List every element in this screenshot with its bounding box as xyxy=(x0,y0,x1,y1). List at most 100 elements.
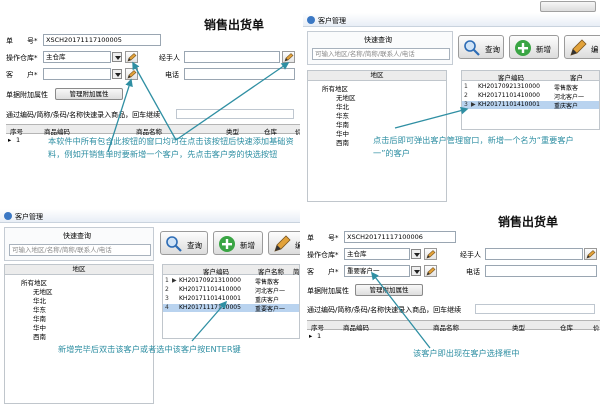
handler-quick-add-button[interactable] xyxy=(584,248,597,260)
warehouse-label: 操作仓库* xyxy=(307,251,339,259)
customer-dialog-added: 客户管理 快速查询 可输入地区/名称/简称/联系人/电话 查询 新增 编 地区 … xyxy=(0,209,300,408)
area-header: 地区 xyxy=(5,265,153,275)
magnifier-icon xyxy=(464,40,480,56)
app-icon xyxy=(307,16,315,24)
product-scan-input[interactable] xyxy=(176,109,294,119)
quick-query-group: 快速查询 可输入地区/名称/简称/联系人/电话 xyxy=(307,31,453,65)
dialog-title: 客户管理 xyxy=(15,213,43,221)
form-title: 销售出货单 xyxy=(498,215,559,229)
chevron-down-icon[interactable] xyxy=(112,69,122,79)
dialog-title: 客户管理 xyxy=(318,17,346,25)
phone-label: 电话 xyxy=(165,71,179,79)
area-header: 地区 xyxy=(308,71,446,81)
handler-label: 经手人 xyxy=(159,54,180,62)
table-row[interactable]: ▸ 1 xyxy=(309,332,329,341)
pencil-icon xyxy=(426,250,436,259)
table-row[interactable]: 3 KH20171101410001 重庆客户 xyxy=(163,295,299,304)
row-arrow-icon: ▸ xyxy=(8,136,12,144)
quick-query-group: 快速查询 可输入地区/名称/简称/联系人/电话 xyxy=(4,227,154,261)
customer-quick-add-button[interactable] xyxy=(125,68,138,80)
row-arrow-icon: ▸ xyxy=(309,332,313,340)
query-input[interactable]: 可输入地区/名称/简称/联系人/电话 xyxy=(9,244,151,256)
pencil-icon xyxy=(426,267,436,276)
plus-icon xyxy=(219,236,235,252)
annotation-4: 该客户即出现在客户选择框中 xyxy=(413,348,520,358)
pencil-icon xyxy=(127,70,137,79)
annotation-3: 新增完毕后双击该客户或者选中该客户按ENTER键 xyxy=(58,344,241,354)
pencil-icon xyxy=(570,39,587,56)
toolbar-button-fragment[interactable] xyxy=(540,1,596,12)
tree-item[interactable]: 西南 xyxy=(336,137,349,147)
pencil-icon xyxy=(586,250,596,259)
chevron-down-icon[interactable] xyxy=(112,52,122,62)
doc-no-field[interactable]: XSCH20171117100006 xyxy=(344,231,456,243)
phone-label: 电话 xyxy=(466,268,480,276)
edit-button[interactable]: 编 xyxy=(564,35,600,59)
scan-hint: 通过编码/简称/条码/名称快速录入商品，回车继续 xyxy=(6,111,161,119)
handler-label: 经手人 xyxy=(460,251,481,259)
quick-query-label: 快速查询 xyxy=(63,232,91,240)
doc-no-field[interactable]: XSCH20171117100005 xyxy=(43,34,161,46)
customer-select[interactable] xyxy=(43,68,111,80)
handler-quick-add-button[interactable] xyxy=(282,51,295,63)
app-icon xyxy=(4,212,12,220)
warehouse-select[interactable]: 主仓库 xyxy=(43,51,111,63)
scan-hint: 通过编码/简称/条码/名称快速录入商品，回车继续 xyxy=(307,306,462,314)
edit-button[interactable]: 编 xyxy=(268,231,300,255)
chevron-down-icon[interactable] xyxy=(411,249,421,259)
extra-attr-label: 单据附加属性 xyxy=(6,91,48,99)
customer-grid: 客户编码 客户 1 KH20170921310000 零售散客 2 KH2017110… xyxy=(461,70,600,130)
tree-item[interactable]: 西南 xyxy=(33,331,46,341)
query-button[interactable]: 查询 xyxy=(458,35,504,59)
chevron-down-icon[interactable] xyxy=(411,266,421,276)
warehouse-select[interactable]: 主仓库 xyxy=(344,248,410,260)
customer-grid: 客户编码 客户名称 简 1 ▶ KH20170921310000 零售散客 2 KH20… xyxy=(162,264,300,339)
pencil-icon xyxy=(274,235,291,252)
annotation-2: 点击后即可弹出客户管理窗口，新增一个名为“重要客户一”的客户 xyxy=(373,135,574,158)
manage-extra-attr-button[interactable]: 管理附加属性 xyxy=(355,284,423,296)
quick-query-label: 快速查询 xyxy=(364,36,392,44)
table-row-selected[interactable]: 4 KH20171117110005 重要客户一 xyxy=(163,304,299,313)
table-row-selected[interactable]: 3 ▶ KH20171101410001 重庆客户 xyxy=(462,101,599,110)
customer-quick-add-button[interactable] xyxy=(424,265,437,277)
add-button[interactable]: 新增 xyxy=(509,35,559,59)
warehouse-quick-add-button[interactable] xyxy=(424,248,437,260)
manage-extra-attr-button[interactable]: 管理附加属性 xyxy=(55,88,123,100)
customer-grid-header: 客户编码 客户 xyxy=(462,71,599,82)
form-title: 销售出货单 xyxy=(204,18,265,32)
customer-label: 客 户* xyxy=(307,268,339,276)
dialog-titlebar: 客户管理 xyxy=(303,13,600,27)
phone-field[interactable] xyxy=(184,68,295,80)
dialog-titlebar: 客户管理 xyxy=(0,209,300,223)
add-button[interactable]: 新增 xyxy=(213,231,263,255)
customer-dialog-adding: 客户管理 快速查询 可输入地区/名称/简称/联系人/电话 查询 新增 编 地区 … xyxy=(303,13,600,204)
doc-no-label: 单 号* xyxy=(6,37,38,45)
phone-field[interactable] xyxy=(485,265,597,277)
handler-field[interactable] xyxy=(184,51,280,63)
table-row[interactable]: ▸ 1 xyxy=(8,136,28,145)
customer-grid-header: 客户编码 客户名称 简 xyxy=(163,265,300,276)
warehouse-quick-add-button[interactable] xyxy=(125,51,138,63)
warehouse-label: 操作仓库* xyxy=(6,54,38,62)
pencil-icon xyxy=(284,53,294,62)
table-row[interactable]: 2 KH20171101410000 河北客户一 xyxy=(163,286,299,295)
extra-attr-label: 单据附加属性 xyxy=(307,287,349,295)
query-input[interactable]: 可输入地区/名称/简称/联系人/电话 xyxy=(312,48,450,60)
doc-no-label: 单 号* xyxy=(307,234,339,242)
table-row[interactable]: 1 ▶ KH20170921310000 零售散客 xyxy=(163,277,299,286)
annotation-1: 本软件中所有包含此按钮的窗口均可在点击该按钮后快速添加基础资料，例如开销售单时要… xyxy=(48,136,294,159)
top-strip xyxy=(303,0,600,13)
plus-icon xyxy=(515,40,531,56)
sales-form-before: 销售出货单 单 号* XSCH20171117100005 操作仓库* 主仓库 … xyxy=(0,0,300,204)
table-row[interactable]: 2 KH20171101410000 河北客户一 xyxy=(462,92,599,101)
customer-select[interactable]: 重要客户一 xyxy=(344,265,410,277)
area-tree: 地区 所有地区 无地区 华北 华东 华南 华中 西南 xyxy=(4,264,154,404)
product-grid-header: 序号 商品编码 商品名称 类型 仓库 价 xyxy=(307,320,600,332)
product-scan-input[interactable] xyxy=(475,304,595,314)
handler-field[interactable] xyxy=(485,248,583,260)
customer-label: 客 户* xyxy=(6,71,38,79)
query-button[interactable]: 查询 xyxy=(160,231,208,255)
magnifier-icon xyxy=(166,236,182,252)
sales-form-after: 销售出货单 单 号* XSCH20171117100006 操作仓库* 主仓库 … xyxy=(303,209,600,408)
table-row[interactable]: 1 KH20170921310000 零售散客 xyxy=(462,83,599,92)
